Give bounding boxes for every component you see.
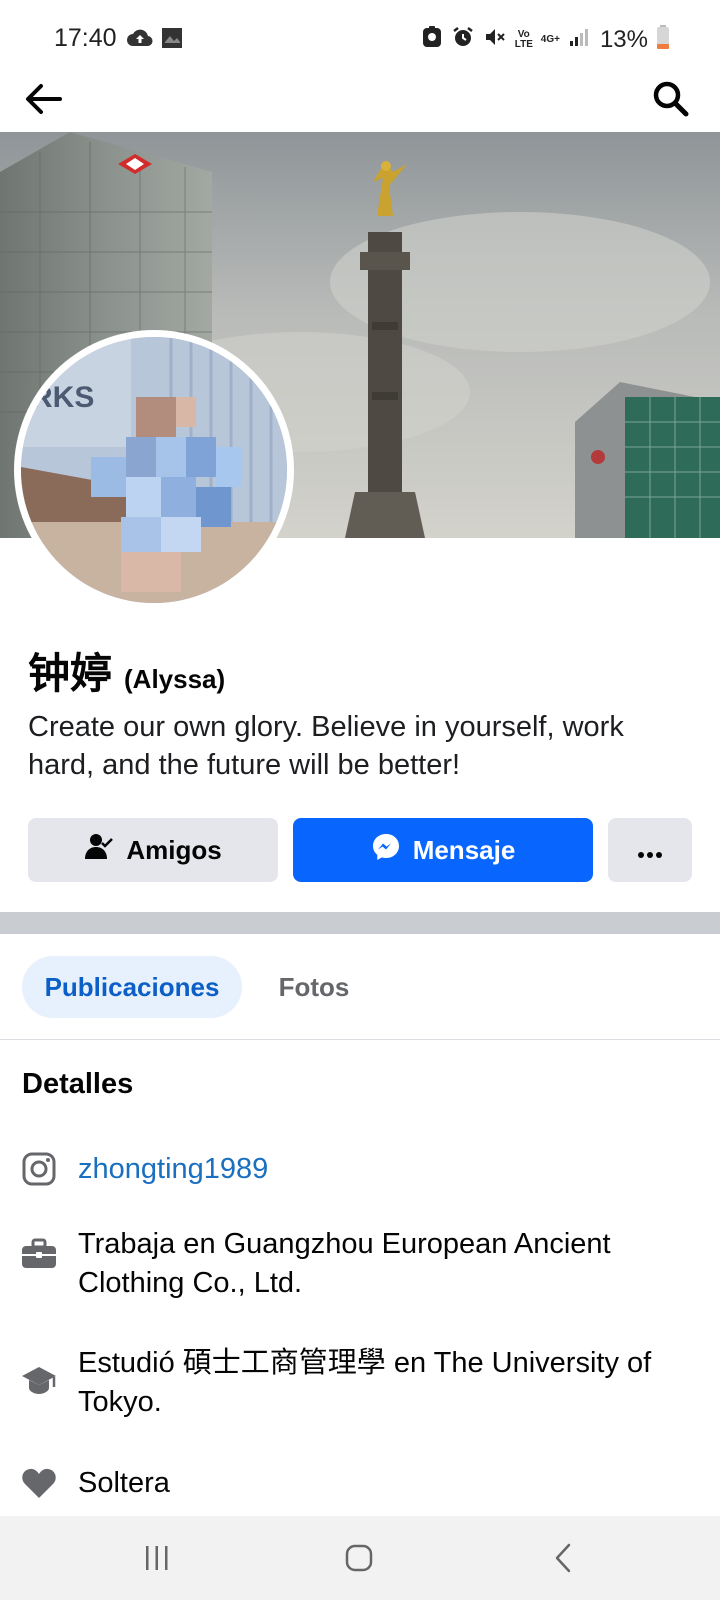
cloud-upload-icon [126,27,154,54]
network-4g-icon: 4G+ [540,33,560,45]
app-notification-icon [421,25,443,54]
instagram-icon [20,1150,58,1188]
alarm-icon [451,25,475,54]
tab-publicaciones[interactable]: Publicaciones [22,956,242,1018]
profile-tabs: Publicaciones Fotos [0,934,720,1040]
section-divider [0,912,720,934]
back-arrow-icon[interactable] [22,78,64,120]
profile-bio: Create our own glory. Believe in yoursel… [28,711,624,781]
more-options-button[interactable] [608,818,692,882]
graduation-cap-icon [20,1362,58,1400]
status-left-icons [126,26,184,55]
home-icon[interactable] [334,1536,384,1580]
avatar[interactable]: RKS [21,337,287,603]
mute-icon [483,25,507,54]
more-dots-icon [637,835,663,866]
profile-name-primary: 钟婷 [28,650,113,697]
briefcase-icon [20,1235,58,1273]
profile-name: 钟婷 (Alyssa) [28,640,225,701]
message-button-label: Mensaje [412,834,516,865]
profile-actions: Amigos Mensaje [28,818,692,882]
friends-check-icon [84,832,115,869]
heart-icon [20,1464,58,1502]
status-time: 17:40 [54,24,117,52]
messenger-icon [371,832,401,869]
volte-icon: Vo LTE [514,28,533,50]
status-bar: 17:40 Vo LTE 4G+ 13% [0,0,720,78]
tab-fotos[interactable]: Fotos [262,956,366,1018]
signal-icon [568,26,590,53]
back-icon[interactable] [538,1536,588,1580]
recent-apps-icon[interactable] [132,1536,182,1580]
friends-button[interactable]: Amigos [28,818,278,882]
system-nav-bar [0,1516,720,1600]
battery-icon [656,24,670,55]
photo-icon [160,26,184,55]
status-right-icons: Vo LTE 4G+ 13% [421,24,670,55]
friends-button-label: Amigos [126,834,222,865]
app-bar [0,68,720,132]
battery-percent: 13% [599,25,648,53]
education-text: Estudió 碩士工商管理學 en The University of Tok… [78,1347,652,1418]
relationship-text: Soltera [78,1467,170,1499]
details-title: Detalles [22,1068,134,1100]
profile-name-alternate: (Alyssa) [124,664,226,694]
work-text: Trabaja en Guangzhou European Ancient Cl… [78,1228,611,1299]
message-button[interactable]: Mensaje [293,818,593,882]
search-icon[interactable] [648,76,694,122]
instagram-handle[interactable]: zhongting1989 [78,1150,688,1189]
